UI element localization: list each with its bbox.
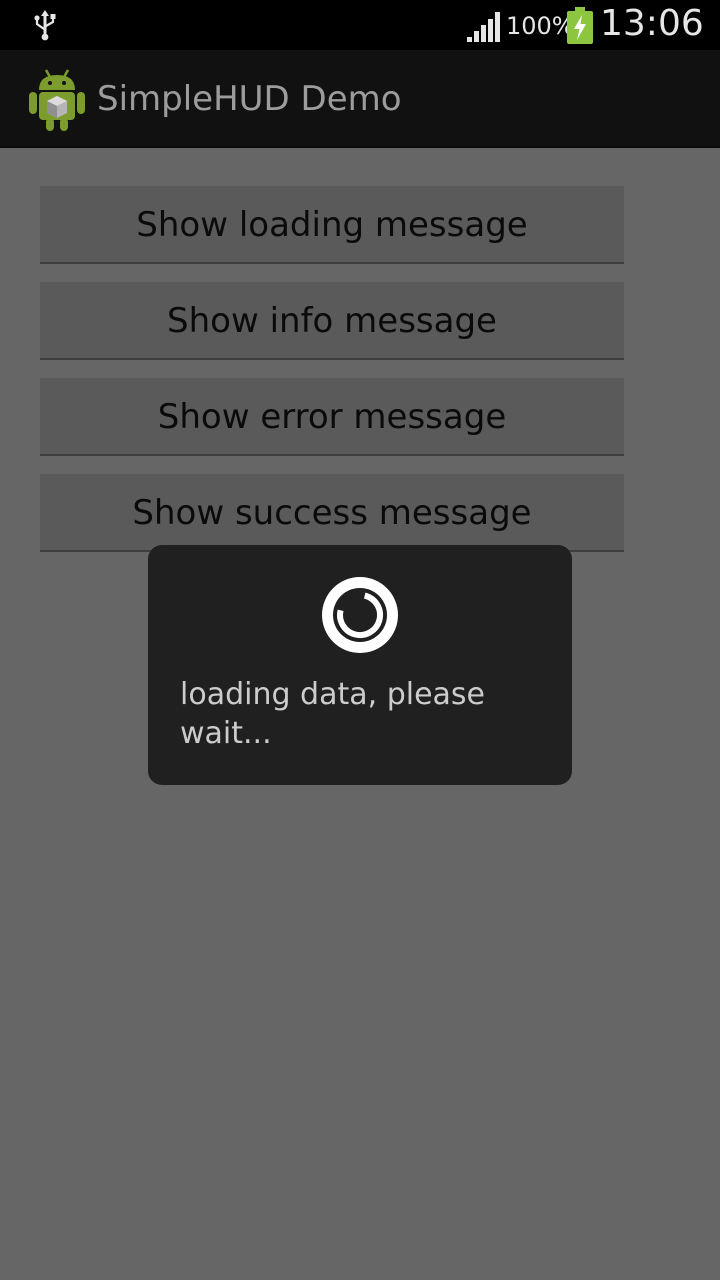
show-info-message-button[interactable]: Show info message <box>40 282 624 360</box>
action-bar: SimpleHUD Demo <box>0 50 720 148</box>
loading-hud-dialog: loading data, please wait... <box>148 545 572 785</box>
battery-charging-icon <box>567 7 593 44</box>
hud-message: loading data, please wait... <box>180 677 485 751</box>
show-loading-message-button[interactable]: Show loading message <box>40 186 624 264</box>
show-success-message-button[interactable]: Show success message <box>40 474 624 552</box>
loading-spinner-icon <box>322 577 398 653</box>
battery-percentage: 100% <box>506 12 575 40</box>
signal-icon <box>467 12 500 42</box>
show-error-message-button[interactable]: Show error message <box>40 378 624 456</box>
app-title: SimpleHUD Demo <box>97 79 402 119</box>
android-app-icon <box>29 69 85 131</box>
usb-icon <box>34 10 56 41</box>
clock: 13:06 <box>600 3 704 44</box>
status-bar: 100% 13:06 <box>0 0 720 50</box>
